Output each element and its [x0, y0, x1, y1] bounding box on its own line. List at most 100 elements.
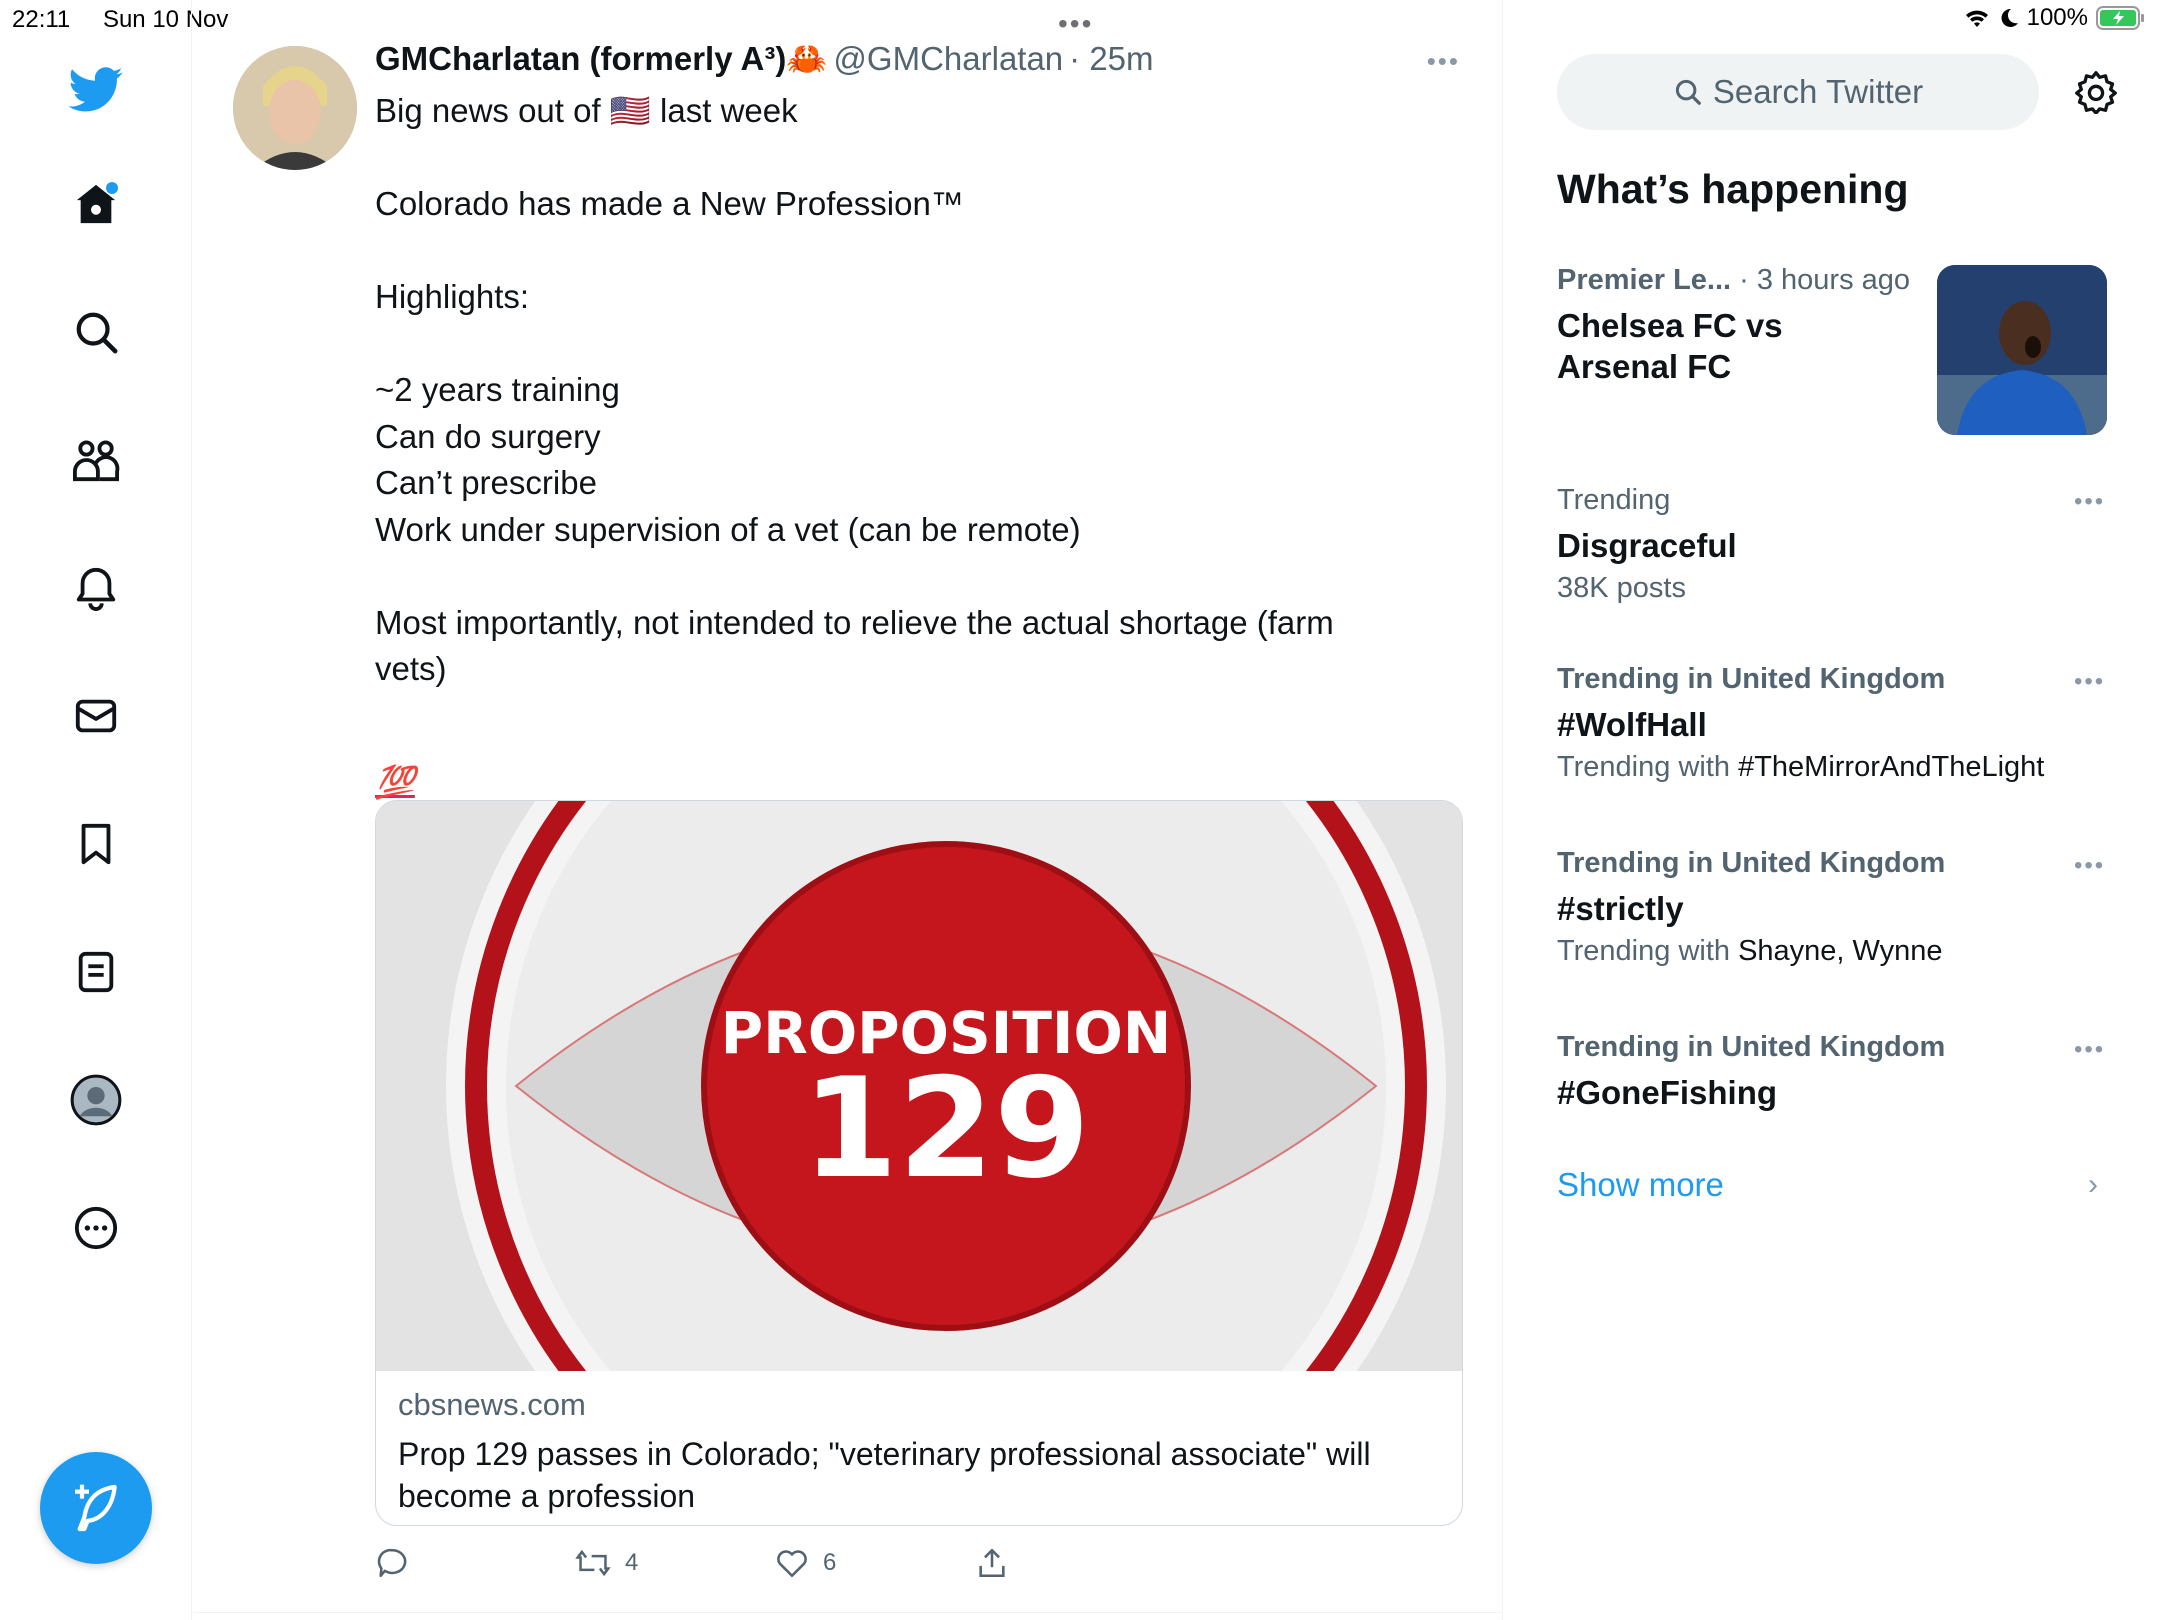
nav-bookmarks[interactable]: [64, 812, 128, 876]
trend-detail-text: Trending with: [1557, 935, 1739, 967]
search-icon: [1675, 79, 1701, 105]
avatar-image: [233, 46, 357, 170]
trend-more-icon[interactable]: •••: [2074, 852, 2105, 880]
reply-button[interactable]: [375, 1546, 409, 1580]
lists-icon: [78, 951, 114, 993]
compose-icon: [75, 1484, 117, 1532]
battery-percent: 100%: [2026, 4, 2088, 31]
news-item[interactable]: Premier Le... · 3 hours ago Chelsea FC v…: [1557, 264, 1910, 387]
trend-context: Trending: [1557, 484, 1671, 516]
search-placeholder: Search Twitter: [1712, 73, 1924, 110]
news-title-line1: Chelsea FC vs: [1557, 307, 1783, 344]
like-button[interactable]: 6: [775, 1546, 836, 1580]
tweet-actions: 4 6: [375, 1546, 1275, 1586]
gear-icon: [2075, 71, 2117, 114]
card-image-text-number: 129: [802, 1048, 1090, 1209]
link-card-domain: cbsnews.com: [398, 1387, 586, 1422]
trend-topic: #WolfHall: [1557, 706, 1707, 743]
tweet-line: Highlights:: [375, 278, 530, 315]
search-icon: [76, 312, 118, 354]
trend-topic: #GoneFishing: [1557, 1074, 1778, 1111]
retweet-button[interactable]: 4: [575, 1546, 638, 1580]
trend-topic: #strictly: [1557, 890, 1684, 927]
compose-tweet-button[interactable]: [40, 1452, 152, 1564]
tweet-line: ~2 years training: [375, 371, 620, 408]
news-time: · 3 hours ago: [1731, 264, 1911, 296]
trend-more-icon[interactable]: •••: [2074, 1036, 2105, 1064]
trend-more-icon[interactable]: •••: [2074, 668, 2105, 696]
nav-notifications[interactable]: [64, 556, 128, 620]
trend-item[interactable]: Trending in United Kingdom #WolfHall Tre…: [1557, 663, 2044, 784]
tweet-time[interactable]: · 25m: [1069, 40, 1153, 77]
nav-lists[interactable]: [64, 940, 128, 1004]
like-count: 6: [823, 1549, 837, 1576]
nav-more[interactable]: [64, 1196, 128, 1260]
tweet-line: Big news out of 🇺🇸 last week: [375, 92, 798, 129]
tweet-line: Most importantly, not intended to reliev…: [375, 603, 1334, 688]
tweet-column: GMCharlatan (formerly A³)🦀 @GMCharlatan · …: [193, 0, 1503, 1620]
tweet-line: [375, 135, 1405, 182]
bookmark-icon: [81, 823, 111, 865]
tweet-more-icon[interactable]: •••: [1427, 46, 1460, 77]
tweet-line: [375, 553, 1405, 600]
trend-context: Trending in United Kingdom: [1557, 663, 1946, 695]
retweet-count: 4: [625, 1549, 639, 1576]
tweet-divider: [193, 1612, 1502, 1613]
author-name[interactable]: GMCharlatan (formerly A³)🦀: [375, 40, 827, 77]
moon-icon: [2001, 8, 2018, 27]
link-card-title: Prop 129 passes in Colorado; "veterinary…: [398, 1436, 1371, 1514]
news-category: Premier Le...: [1557, 264, 1732, 296]
search-input[interactable]: Search Twitter: [1557, 54, 2039, 130]
trend-context: Trending in United Kingdom: [1557, 1031, 1946, 1063]
tweet-line: Can do surgery: [375, 417, 601, 455]
twitter-bird-icon: [68, 67, 123, 112]
settings-button[interactable]: [2074, 70, 2118, 114]
twitter-logo[interactable]: [64, 58, 128, 122]
trend-detail-text: 38K posts: [1557, 572, 1686, 604]
trend-context: Trending in United Kingdom: [1557, 847, 1946, 879]
trend-item[interactable]: Trending Disgraceful 38K posts: [1557, 484, 1737, 605]
home-notification-dot: [106, 182, 118, 194]
tweet-line: [375, 228, 1405, 275]
trend-topic: Disgraceful: [1557, 527, 1737, 564]
hundred-points-emoji: 💯: [375, 764, 415, 800]
trend-item[interactable]: Trending in United Kingdom #GoneFishing: [1557, 1031, 1945, 1113]
trend-more-icon[interactable]: •••: [2074, 488, 2105, 516]
tweet-header: GMCharlatan (formerly A³)🦀 @GMCharlatan · …: [375, 40, 1154, 79]
trend-with: #TheMirrorAndTheLight: [1738, 751, 2045, 783]
author-handle[interactable]: @GMCharlatan: [833, 40, 1063, 77]
bell-icon: [76, 567, 116, 611]
news-thumbnail[interactable]: [1937, 265, 2107, 435]
nav-communities[interactable]: [64, 428, 128, 492]
communities-icon: [73, 440, 120, 482]
nav-home[interactable]: [64, 172, 128, 236]
tweet-line: Can’t prescribe: [375, 464, 597, 501]
news-thumbnail-image: [1937, 265, 2107, 435]
trend-detail-text: Trending with: [1557, 751, 1739, 783]
nav-messages[interactable]: [64, 684, 128, 748]
tweet-line: Colorado has made a New Profession™: [375, 185, 964, 222]
link-card-image: PROPOSITION 129: [376, 801, 1462, 1371]
trend-item[interactable]: Trending in United Kingdom #strictly Tre…: [1557, 847, 1945, 968]
tweet-line: [375, 693, 1405, 740]
heart-icon: [777, 1550, 807, 1578]
tweet-line: Work under supervision of a vet (can be …: [375, 510, 1081, 548]
profile-avatar-icon: [70, 1074, 122, 1126]
reply-icon: [377, 1548, 407, 1578]
trend-detail: 38K posts: [1557, 572, 1737, 605]
nav-profile[interactable]: [64, 1068, 128, 1132]
nav-explore[interactable]: [64, 300, 128, 364]
tweet-author-avatar[interactable]: [233, 46, 357, 170]
news-title-line2: Arsenal FC: [1557, 348, 1732, 385]
retweet-icon: [575, 1549, 611, 1577]
show-more-link[interactable]: Show more: [1557, 1166, 1724, 1204]
trend-with: Shayne, Wynne: [1738, 935, 1943, 967]
status-bar-right: 100%: [1963, 4, 2146, 32]
link-card[interactable]: PROPOSITION 129 cbsnews.com Prop 129 pas…: [375, 800, 1463, 1526]
chevron-right-icon: ›: [2088, 1168, 2098, 1201]
more-circle-icon: [74, 1206, 118, 1250]
tweet-text: Big news out of 🇺🇸 last week Colorado ha…: [375, 88, 1405, 806]
battery-icon: [2096, 6, 2144, 30]
wifi-icon: [1965, 10, 1988, 27]
share-button[interactable]: [975, 1546, 1009, 1580]
